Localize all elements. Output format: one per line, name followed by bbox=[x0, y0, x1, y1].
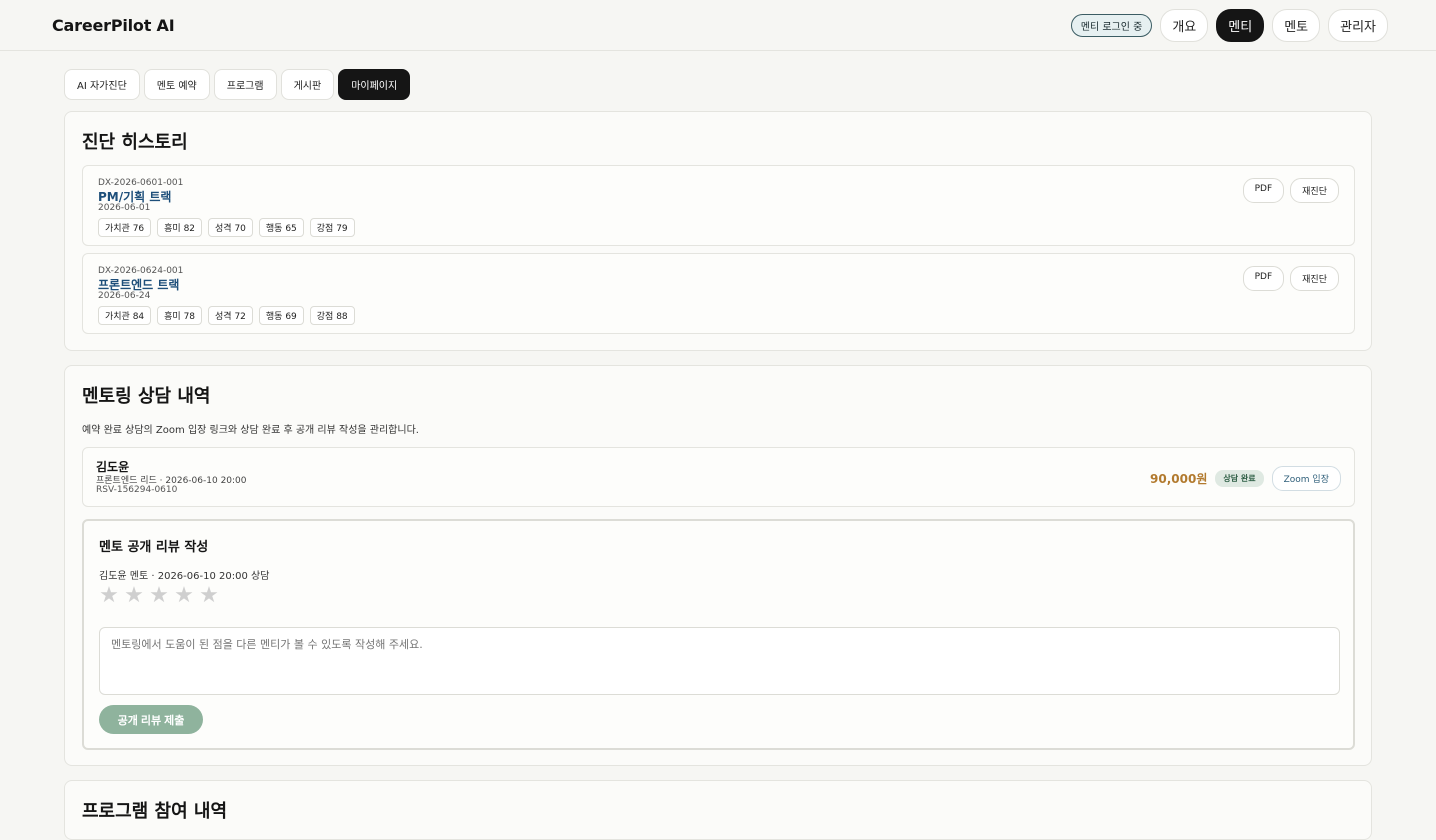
status-badge: 상담 완료 bbox=[1215, 470, 1264, 487]
review-subtitle: 김도윤 멘토 · 2026-06-10 20:00 상담 bbox=[99, 571, 270, 582]
app-logo[interactable]: CareerPilot AI bbox=[52, 16, 175, 35]
nav-admin[interactable]: 관리자 bbox=[1328, 8, 1388, 42]
score-chip-strength: 강점 79 bbox=[309, 218, 355, 237]
tab-board[interactable]: 게시판 bbox=[280, 69, 335, 100]
review-title: 멘토 공개 리뷰 작성 bbox=[99, 540, 209, 555]
reservation-right: 90,000원 상담 완료 Zoom 입장 bbox=[1150, 466, 1341, 491]
diagnosis-item: DX-2026-0601-001 PM/기획 트랙 2026-06-01 가치관… bbox=[82, 165, 1355, 246]
price: 90,000원 bbox=[1150, 472, 1208, 486]
rediagnose-button[interactable]: 재진단 bbox=[1290, 266, 1339, 291]
score-chips: 가치관 76 흥미 82 성격 70 행동 65 강점 79 bbox=[98, 218, 355, 237]
top-nav: 멘티 로그인 중 개요 멘티 멘토 관리자 bbox=[1070, 8, 1388, 42]
star-icon[interactable]: ★ bbox=[148, 585, 170, 607]
diagnosis-item: DX-2026-0624-001 프론트엔드 트랙 2026-06-24 가치관… bbox=[82, 253, 1355, 334]
score-chip-strength: 강점 88 bbox=[309, 306, 355, 325]
diagnosis-history-title: 진단 히스토리 bbox=[82, 132, 188, 153]
score-chip-values: 가치관 76 bbox=[98, 218, 152, 237]
tab-mentor-booking[interactable]: 멘토 예약 bbox=[143, 69, 210, 100]
diagnosis-actions: PDF 재진단 bbox=[1242, 178, 1339, 203]
star-icon[interactable]: ★ bbox=[198, 585, 220, 607]
nav-mentee[interactable]: 멘티 bbox=[1216, 8, 1265, 42]
diagnosis-code: DX-2026-0601-001 bbox=[98, 178, 184, 188]
tab-my-page[interactable]: 마이페이지 bbox=[338, 69, 411, 100]
mentoring-history-card: 멘토링 상담 내역 예약 완료 상담의 Zoom 입장 링크와 상담 완료 후 … bbox=[64, 365, 1372, 766]
diagnosis-history-card: 진단 히스토리 DX-2026-0601-001 PM/기획 트랙 2026-0… bbox=[64, 111, 1372, 351]
star-icon[interactable]: ★ bbox=[123, 585, 145, 607]
star-icon[interactable]: ★ bbox=[98, 585, 120, 607]
tab-ai-self-diagnosis[interactable]: AI 자가진단 bbox=[64, 69, 140, 100]
reservation-id: RSV-156294-0610 bbox=[96, 485, 178, 495]
program-history-card: 프로그램 참여 내역 bbox=[64, 780, 1372, 840]
reservation-item: 김도윤 프론트엔드 리드 · 2026-06-10 20:00 RSV-1562… bbox=[82, 447, 1355, 507]
score-chip-interest: 흥미 82 bbox=[157, 218, 203, 237]
nav-overview[interactable]: 개요 bbox=[1160, 8, 1209, 42]
pdf-button[interactable]: PDF bbox=[1242, 178, 1285, 203]
mentoring-description: 예약 완료 상담의 Zoom 입장 링크와 상담 완료 후 공개 리뷰 작성을 … bbox=[82, 425, 419, 436]
diagnosis-actions: PDF 재진단 bbox=[1242, 266, 1339, 291]
score-chip-personality: 성격 70 bbox=[208, 218, 253, 237]
score-chip-behavior: 행동 69 bbox=[258, 306, 304, 325]
star-icon[interactable]: ★ bbox=[173, 585, 195, 607]
rediagnose-button[interactable]: 재진단 bbox=[1290, 178, 1339, 203]
review-textarea[interactable] bbox=[99, 627, 1340, 695]
submit-review-button[interactable]: 공개 리뷰 제출 bbox=[99, 705, 203, 734]
diagnosis-code: DX-2026-0624-001 bbox=[98, 266, 184, 276]
diagnosis-date: 2026-06-01 bbox=[98, 203, 151, 213]
program-history-title: 프로그램 참여 내역 bbox=[82, 801, 228, 822]
score-chip-interest: 흥미 78 bbox=[157, 306, 203, 325]
login-status-badge: 멘티 로그인 중 bbox=[1070, 13, 1153, 37]
nav-mentor[interactable]: 멘토 bbox=[1272, 8, 1321, 42]
tab-programs[interactable]: 프로그램 bbox=[213, 69, 277, 100]
top-bar: CareerPilot AI 멘티 로그인 중 개요 멘티 멘토 관리자 bbox=[0, 0, 1436, 51]
score-chips: 가치관 84 흥미 78 성격 72 행동 69 강점 88 bbox=[98, 306, 355, 325]
section-tabs: AI 자가진단 멘토 예약 프로그램 게시판 마이페이지 bbox=[0, 51, 1436, 100]
star-rating: ★ ★ ★ ★ ★ bbox=[98, 585, 220, 607]
score-chip-behavior: 행동 65 bbox=[258, 218, 304, 237]
review-form: 멘토 공개 리뷰 작성 김도윤 멘토 · 2026-06-10 20:00 상담… bbox=[82, 519, 1355, 750]
score-chip-personality: 성격 72 bbox=[208, 306, 253, 325]
mentoring-history-title: 멘토링 상담 내역 bbox=[82, 386, 211, 407]
zoom-join-button[interactable]: Zoom 입장 bbox=[1271, 466, 1341, 491]
diagnosis-date: 2026-06-24 bbox=[98, 291, 151, 301]
score-chip-values: 가치관 84 bbox=[98, 306, 152, 325]
pdf-button[interactable]: PDF bbox=[1242, 266, 1285, 291]
